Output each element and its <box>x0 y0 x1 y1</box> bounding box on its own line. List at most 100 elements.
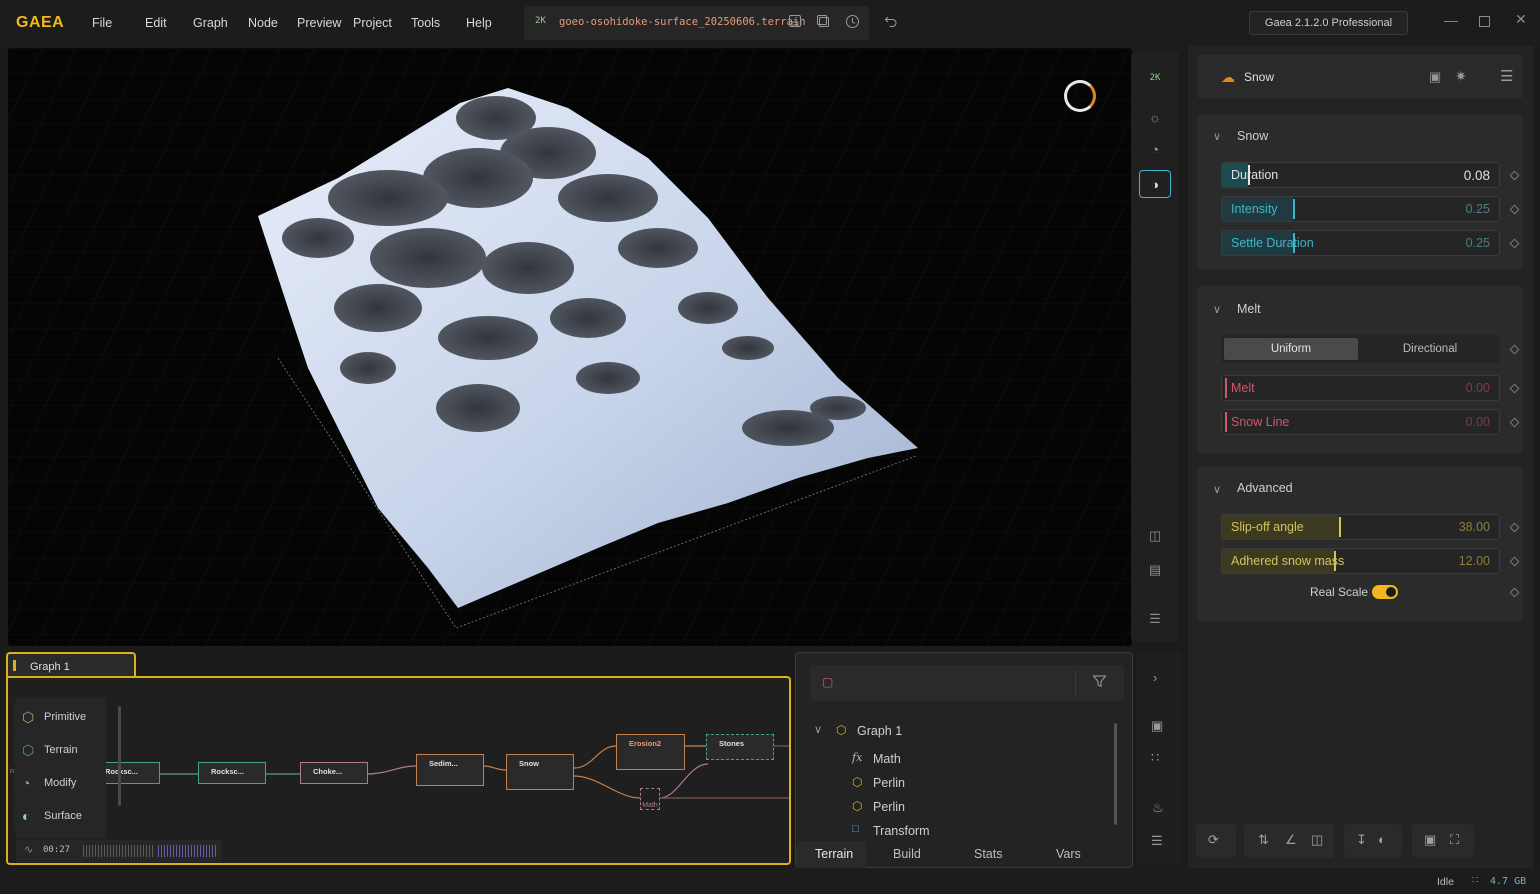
directional-option[interactable]: Directional <box>1363 338 1497 360</box>
layout-icon[interactable]: ▤ <box>1139 556 1171 584</box>
param-intensity[interactable]: Intensity 0.25 <box>1221 196 1500 222</box>
palette-modify[interactable]: ◔ Modify <box>14 768 96 798</box>
menu-help[interactable]: Help <box>466 16 492 30</box>
menu-file[interactable]: File <box>92 16 112 30</box>
keyframe-icon[interactable] <box>1509 238 1520 249</box>
graph-node-math[interactable]: Math <box>640 788 660 810</box>
chevron-down-icon[interactable]: ∨ <box>1213 130 1221 143</box>
resolution-button[interactable]: 2K <box>1139 64 1171 92</box>
maximize-icon[interactable] <box>1479 14 1490 30</box>
uniform-option[interactable]: Uniform <box>1224 338 1358 360</box>
param-value[interactable]: 0.25 <box>1466 202 1490 216</box>
menu-node[interactable]: Node <box>248 16 278 30</box>
history-icon[interactable] <box>845 14 860 32</box>
node-name[interactable]: Snow <box>1244 70 1274 84</box>
refresh-icon[interactable]: ⟳ <box>1208 832 1219 848</box>
keyframe-icon[interactable] <box>1509 417 1520 428</box>
keyframe-icon[interactable] <box>1509 383 1520 394</box>
keyframe-icon[interactable] <box>1509 522 1520 533</box>
param-snow-line[interactable]: Snow Line 0.00 <box>1221 409 1500 435</box>
save-icon[interactable] <box>788 14 802 31</box>
graph-node-snow[interactable]: Snow <box>506 754 574 790</box>
branch-icon[interactable]: ✷ <box>1455 68 1467 85</box>
param-adhered-snow-mass[interactable]: Adhered snow mass 12.00 <box>1221 548 1500 574</box>
file-resolution[interactable]: 2K <box>535 16 546 26</box>
graph-node-erosion2[interactable]: Erosion2 <box>616 734 685 770</box>
palette-terrain[interactable]: ⬡ Terrain <box>14 735 96 765</box>
param-settle-duration[interactable]: Settle Duration 0.25 <box>1221 230 1500 256</box>
param-value[interactable]: 0.08 <box>1464 168 1490 183</box>
chevron-down-icon[interactable]: ∨ <box>1213 483 1221 496</box>
param-value[interactable]: 38.00 <box>1459 520 1490 534</box>
chevron-down-icon[interactable]: ∨ <box>814 723 822 736</box>
tab-terrain[interactable]: Terrain <box>815 847 853 861</box>
keyframe-icon[interactable] <box>1509 344 1520 355</box>
menu-edit[interactable]: Edit <box>145 16 167 30</box>
save-copy-icon[interactable] <box>816 14 830 31</box>
tree-item-perlin[interactable]: Perlin <box>873 776 905 790</box>
chevron-down-icon[interactable]: ∨ <box>1213 303 1221 316</box>
close-icon[interactable]: ✕ <box>1515 11 1527 28</box>
chevron-right-icon[interactable]: › <box>1153 670 1157 685</box>
tree-item-math[interactable]: Math <box>873 752 901 766</box>
gauge-icon[interactable]: ◔ <box>1139 136 1171 164</box>
param-value[interactable]: 12.00 <box>1459 554 1490 568</box>
param-slip-off-angle[interactable]: Slip-off angle 38.00 <box>1221 514 1500 540</box>
graph-canvas[interactable]: roten Rocksc... Rocksc... Choke... Sedim… <box>6 676 791 865</box>
node-menu-icon[interactable]: ☰ <box>1500 67 1513 85</box>
file-name[interactable]: goeo-osohidoke-surface_20250606.terrain <box>559 16 806 28</box>
render-mode-icon[interactable]: ◑ <box>1139 170 1171 198</box>
tab-stats[interactable]: Stats <box>974 847 1003 861</box>
download-icon[interactable]: ↧ <box>1356 832 1367 848</box>
palette-primitive[interactable]: ⬡ Primitive <box>14 702 96 732</box>
menu-project[interactable]: Project <box>353 16 392 30</box>
param-value[interactable]: 0.00 <box>1466 415 1490 429</box>
tree-item-transform[interactable]: Transform <box>873 824 930 838</box>
viewport-3d[interactable] <box>8 48 1132 646</box>
keyframe-icon[interactable] <box>1509 204 1520 215</box>
palette-surface[interactable]: ◐ Surface <box>14 801 96 831</box>
preview-icon[interactable]: ▣ <box>1429 69 1441 85</box>
filter-icon[interactable] <box>1092 674 1107 692</box>
memory-icon: ∷ <box>1472 875 1479 886</box>
menu-graph[interactable]: Graph <box>193 16 228 30</box>
split-icon[interactable]: ◫ <box>1311 832 1323 848</box>
compare-icon[interactable]: ◫ <box>1139 522 1171 550</box>
tree-root[interactable]: Graph 1 <box>857 724 902 738</box>
angle-icon[interactable]: ∠ <box>1285 832 1297 848</box>
minimize-icon[interactable]: — <box>1444 12 1458 28</box>
menu-tools[interactable]: Tools <box>411 16 440 30</box>
graph-node-stones[interactable]: Stones <box>706 734 774 760</box>
collapse-icon[interactable]: ▣ <box>1424 832 1436 848</box>
undo-icon[interactable] <box>884 14 898 31</box>
swap-icon[interactable]: ⇅ <box>1258 832 1269 848</box>
bookmark-icon[interactable]: ▣ <box>1151 718 1163 734</box>
real-scale-toggle[interactable] <box>1372 585 1398 599</box>
keyframe-icon[interactable] <box>1509 556 1520 567</box>
keyframe-icon[interactable] <box>1509 170 1520 181</box>
menu-preview[interactable]: Preview <box>297 16 341 30</box>
timeline-range[interactable] <box>158 845 218 857</box>
graph-node-rockscape-2[interactable]: Rocksc... <box>198 762 266 784</box>
keyframe-icon[interactable] <box>1509 587 1520 598</box>
palette-scrollbar[interactable] <box>118 706 121 806</box>
expand-icon[interactable]: ⛶ <box>1450 832 1459 848</box>
param-value[interactable]: 0.00 <box>1466 381 1490 395</box>
viewport-menu-icon[interactable]: ☰ <box>1139 605 1171 633</box>
contrast-icon[interactable]: ◐ <box>1378 832 1386 847</box>
nodes-icon[interactable]: ∷ <box>1151 750 1159 766</box>
param-melt[interactable]: Melt 0.00 <box>1221 375 1500 401</box>
flame-icon[interactable]: ♨ <box>1152 800 1164 816</box>
graph-tab[interactable]: Graph 1 <box>6 652 136 678</box>
graph-node-sediment[interactable]: Sedim... <box>416 754 484 786</box>
param-duration[interactable]: Duration 0.08 <box>1221 162 1500 188</box>
tab-build[interactable]: Build <box>893 847 921 861</box>
param-value[interactable]: 0.25 <box>1466 236 1490 250</box>
sun-icon[interactable]: ☼ <box>1139 104 1171 132</box>
tree-search[interactable]: ▢ <box>810 665 1124 701</box>
list-menu-icon[interactable]: ☰ <box>1151 833 1163 849</box>
graph-node-choke[interactable]: Choke... <box>300 762 368 784</box>
tree-scrollbar[interactable] <box>1114 723 1117 825</box>
tree-item-perlin[interactable]: Perlin <box>873 800 905 814</box>
tab-vars[interactable]: Vars <box>1056 847 1081 861</box>
